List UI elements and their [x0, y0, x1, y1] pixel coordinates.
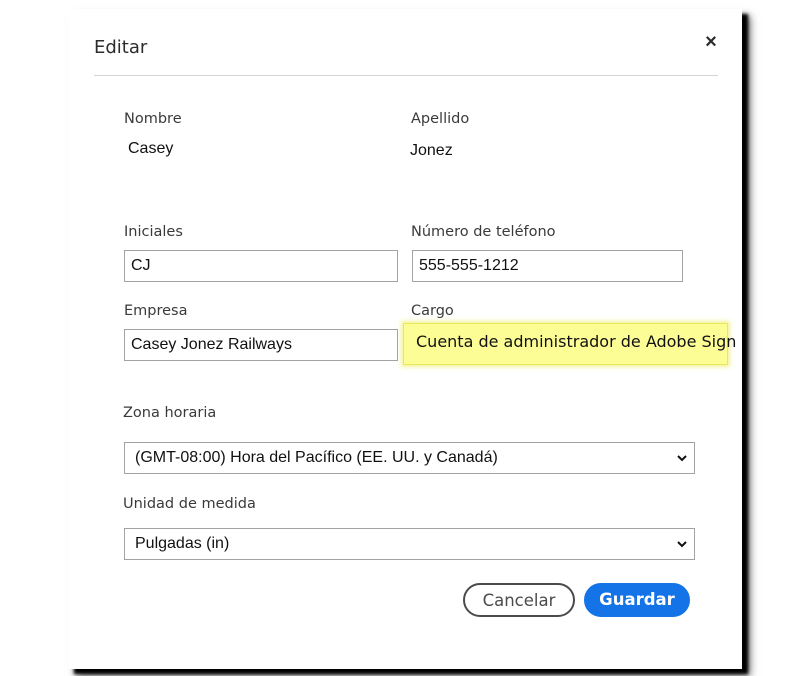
close-icon[interactable]: ×	[702, 31, 720, 53]
chevron-down-icon	[677, 541, 687, 548]
initials-label: Iniciales	[124, 224, 183, 240]
position-field-highlighted[interactable]: Cuenta de administrador de Adobe Sign	[403, 323, 736, 365]
edit-dialog: Editar × Nombre Casey Apellido Jonez Ini…	[68, 9, 742, 669]
header-divider	[94, 75, 718, 76]
dialog-title: Editar	[94, 37, 148, 58]
phone-label: Número de teléfono	[411, 224, 556, 240]
company-label: Empresa	[124, 303, 188, 319]
position-label: Cargo	[411, 303, 454, 319]
unit-select[interactable]: Pulgadas (in)	[124, 528, 695, 560]
cancel-button[interactable]: Cancelar	[463, 583, 575, 617]
unit-label: Unidad de medida	[123, 496, 256, 512]
phone-field[interactable]: 555-555-1212	[412, 250, 683, 282]
timezone-label: Zona horaria	[123, 405, 217, 421]
save-button[interactable]: Guardar	[584, 583, 690, 617]
chevron-down-icon	[677, 455, 687, 462]
first-name-label: Nombre	[124, 111, 182, 127]
last-name-value: Jonez	[410, 142, 453, 159]
unit-selected-value: Pulgadas (in)	[135, 535, 230, 552]
company-field[interactable]: Casey Jonez Railways	[124, 329, 398, 361]
timezone-selected-value: (GMT-08:00) Hora del Pacífico (EE. UU. y…	[135, 449, 498, 466]
first-name-value: Casey	[128, 140, 174, 157]
initials-field[interactable]: CJ	[124, 250, 398, 282]
last-name-label: Apellido	[411, 111, 470, 127]
timezone-select[interactable]: (GMT-08:00) Hora del Pacífico (EE. UU. y…	[124, 442, 695, 474]
